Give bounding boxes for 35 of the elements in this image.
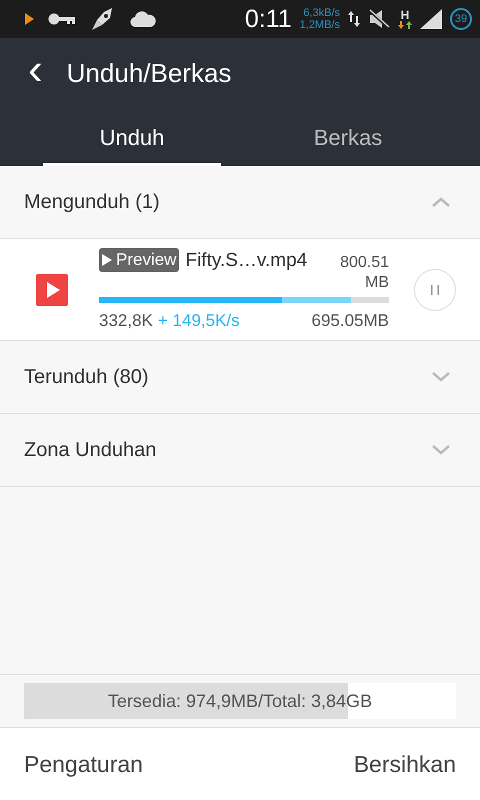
file-name: Fifty.S…v.mp4 (185, 249, 308, 272)
chevron-up-icon[interactable] (432, 197, 450, 207)
mute-icon (368, 9, 390, 29)
pause-icon (431, 284, 439, 294)
screen-title: Unduh/Berkas (66, 58, 232, 88)
arrows-icon (398, 21, 412, 29)
cloud-icon (130, 10, 156, 28)
download-speed: 1,2MB/s (300, 19, 340, 31)
upload-speed: 6,3kB/s (303, 7, 340, 19)
battery-indicator: 39 (450, 8, 472, 30)
network-type: H (400, 9, 410, 21)
section-title: Mengunduh (1) (24, 190, 160, 214)
settings-button[interactable]: Pengaturan (24, 750, 143, 778)
chevron-down-icon[interactable] (432, 372, 450, 382)
clear-button[interactable]: Bersihkan (354, 750, 456, 778)
file-size: 800.51 MB (339, 253, 389, 293)
key-icon (48, 13, 76, 25)
signal-icon (420, 9, 442, 29)
pause-button[interactable] (414, 268, 456, 310)
data-transfer-icon (348, 10, 360, 28)
play-icon (24, 13, 34, 25)
downloaded-amount: 332,8K (99, 311, 153, 331)
section-title: Zona Unduhan (24, 438, 156, 462)
storage-info: Tersedia: 974,9MB/Total: 3,84GB (108, 690, 372, 712)
download-rate: + 149,5K/s (158, 311, 240, 331)
section-title: Terunduh (80) (24, 366, 149, 388)
chevron-down-icon[interactable] (432, 445, 450, 455)
preview-button[interactable]: Preview (99, 248, 180, 272)
clock: 0:11 (244, 4, 292, 34)
remaining-size: 695.05MB (312, 311, 389, 331)
play-icon (102, 254, 112, 266)
back-button[interactable]: ‹ (28, 48, 43, 92)
video-icon (36, 274, 68, 306)
tab[interactable]: Unduh (43, 108, 221, 166)
tab[interactable]: Berkas (259, 108, 437, 166)
